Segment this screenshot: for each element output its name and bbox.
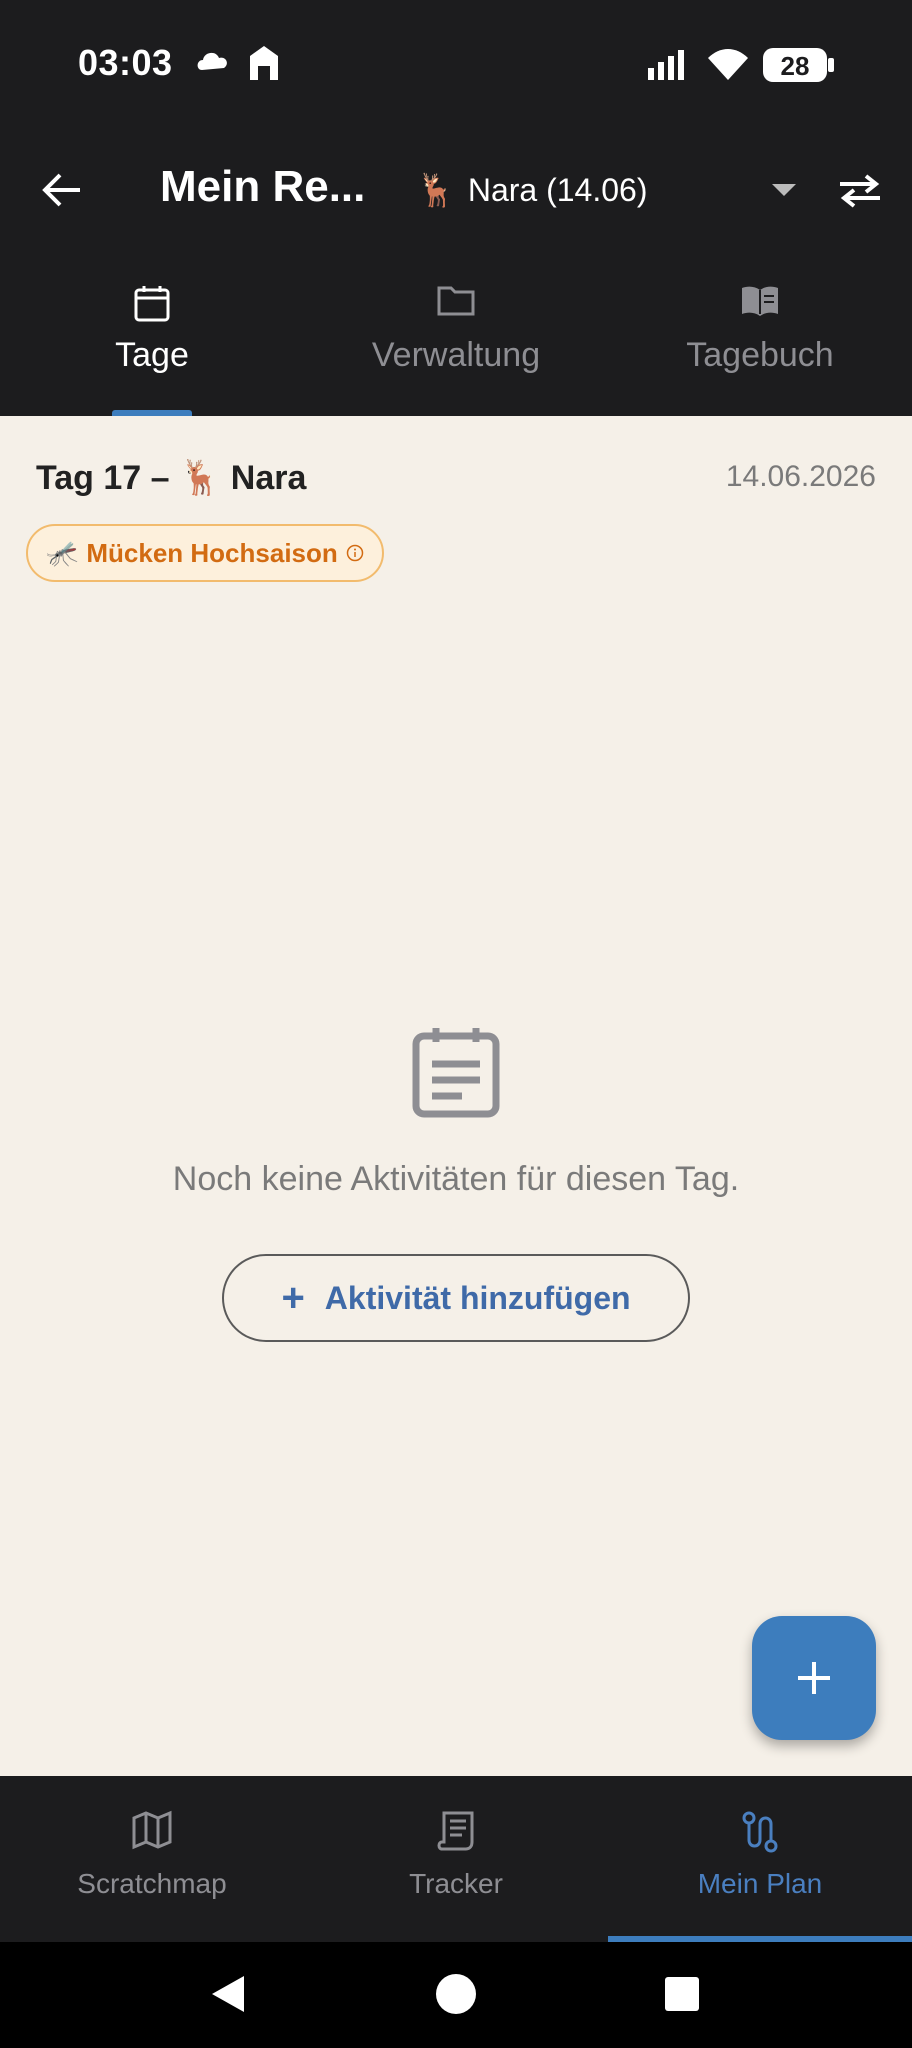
back-triangle-icon[interactable] [208, 1972, 248, 2016]
calendar-icon [134, 286, 170, 322]
recents-square-icon[interactable] [662, 1972, 702, 2016]
battery-icon: 28 [762, 46, 836, 89]
food-delivery-icon [246, 42, 282, 87]
page-title: Mein Re... [160, 162, 366, 211]
weather-icon [196, 46, 232, 81]
map-icon [132, 1810, 172, 1850]
plus-icon [798, 1662, 830, 1694]
caret-down-icon [772, 184, 796, 196]
swap-button[interactable] [830, 160, 890, 220]
destination-label: Nara (14.06) [467, 171, 648, 208]
empty-state-message: Noch keine Aktivitäten für diesen Tag. [172, 1160, 740, 1198]
nav-tracker[interactable]: Tracker [304, 1776, 608, 1942]
wifi-icon [706, 48, 750, 87]
day-date: 14.06.2026 [725, 460, 876, 493]
nav-label: Tracker [409, 1868, 503, 1899]
nav-mein-plan[interactable]: Mein Plan [608, 1776, 912, 1942]
season-chip-label: Mücken Hochsaison [86, 537, 338, 568]
back-button[interactable] [32, 160, 92, 220]
system-navigation-bar [0, 1942, 912, 2048]
nav-label: Mein Plan [697, 1868, 823, 1899]
day-content: Tag 17 – 🦌 Nara 14.06.2026 🦟 Mücken Hoch… [0, 416, 912, 1776]
tab-label: Tage [115, 336, 189, 374]
folder-icon [437, 286, 475, 316]
status-bar: 03:03 28 [0, 0, 912, 130]
tab-verwaltung[interactable]: Verwaltung [304, 260, 608, 416]
receipt-icon [437, 1811, 474, 1851]
tab-label: Verwaltung [371, 336, 541, 374]
signal-icon [648, 50, 692, 87]
plus-icon: + [281, 1275, 305, 1320]
route-icon [742, 1811, 778, 1853]
deer-icon: 🦌 [416, 172, 456, 208]
day-destination: Nara [230, 459, 307, 497]
home-circle-icon[interactable] [434, 1972, 478, 2016]
info-icon [346, 544, 364, 562]
tab-tagebuch[interactable]: Tagebuch [608, 260, 912, 416]
book-icon [742, 286, 778, 316]
tab-tage[interactable]: Tage [0, 260, 304, 416]
bottom-navigation: Scratchmap Tracker Mein Plan [0, 1776, 912, 1942]
season-chip[interactable]: 🦟 Mücken Hochsaison [26, 524, 384, 582]
day-title: Tag 17 – 🦌 Nara [36, 458, 306, 498]
mosquito-icon: 🦟 [46, 537, 79, 568]
swap-arrows-icon [840, 174, 880, 208]
tab-bar: Tage Verwaltung Tagebuch [0, 260, 912, 416]
add-activity-label: Aktivität hinzufügen [324, 1279, 631, 1316]
arrow-left-icon [42, 173, 80, 207]
destination-dropdown[interactable]: 🦌 Nara (14.06) [416, 160, 796, 220]
document-list-icon [412, 1028, 500, 1118]
battery-level: 28 [781, 51, 810, 81]
add-activity-button[interactable]: + Aktivität hinzufügen [222, 1254, 690, 1342]
add-fab-button[interactable] [752, 1616, 876, 1740]
day-number: Tag 17 – [36, 459, 170, 497]
deer-icon: 🦌 [179, 459, 222, 497]
app-bar: Mein Re... 🦌 Nara (14.06) [0, 130, 912, 260]
nav-scratchmap[interactable]: Scratchmap [0, 1776, 304, 1942]
status-time: 03:03 [78, 42, 173, 83]
tab-label: Tagebuch [686, 336, 834, 374]
nav-label: Scratchmap [77, 1868, 227, 1899]
